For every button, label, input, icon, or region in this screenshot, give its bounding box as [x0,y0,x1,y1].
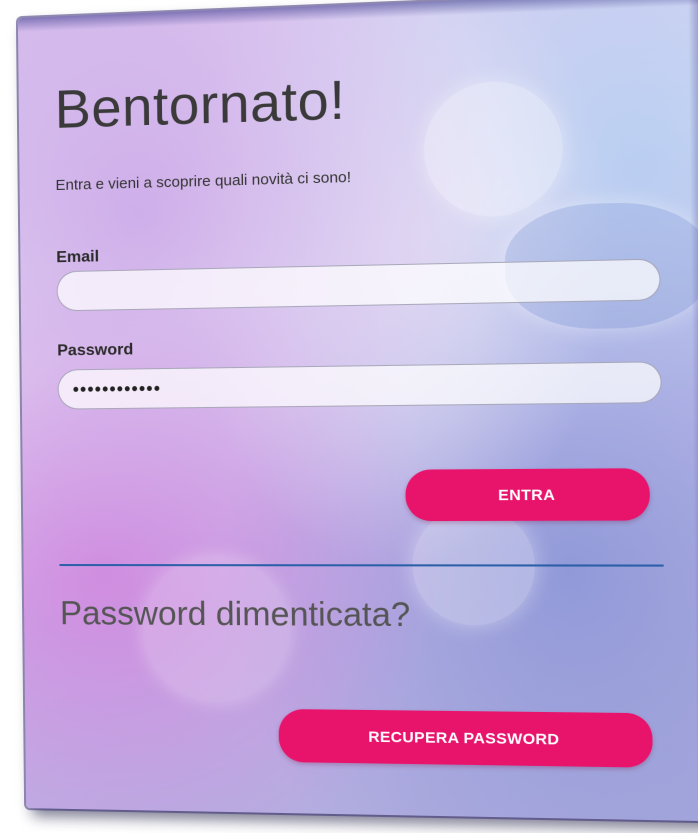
forgot-password-title: Password dimenticata? [59,594,411,634]
login-panel: Bentornato! Entra e vieni a scoprire qua… [17,0,698,822]
login-form: Bentornato! Entra e vieni a scoprire qua… [54,0,671,820]
email-label: Email [56,248,100,267]
page-title: Bentornato! [54,69,346,140]
screenshot-stage: Bentornato! Entra e vieni a scoprire qua… [0,0,698,833]
recover-password-button[interactable]: RECUPERA PASSWORD [278,708,653,768]
email-field[interactable] [56,258,661,312]
panel-edge-right [688,0,698,822]
password-label: Password [57,341,134,360]
page-subtitle: Entra e vieni a scoprire quali novità ci… [55,168,352,195]
section-divider [59,564,664,567]
login-button[interactable]: ENTRA [405,468,651,522]
password-field[interactable] [57,361,662,410]
